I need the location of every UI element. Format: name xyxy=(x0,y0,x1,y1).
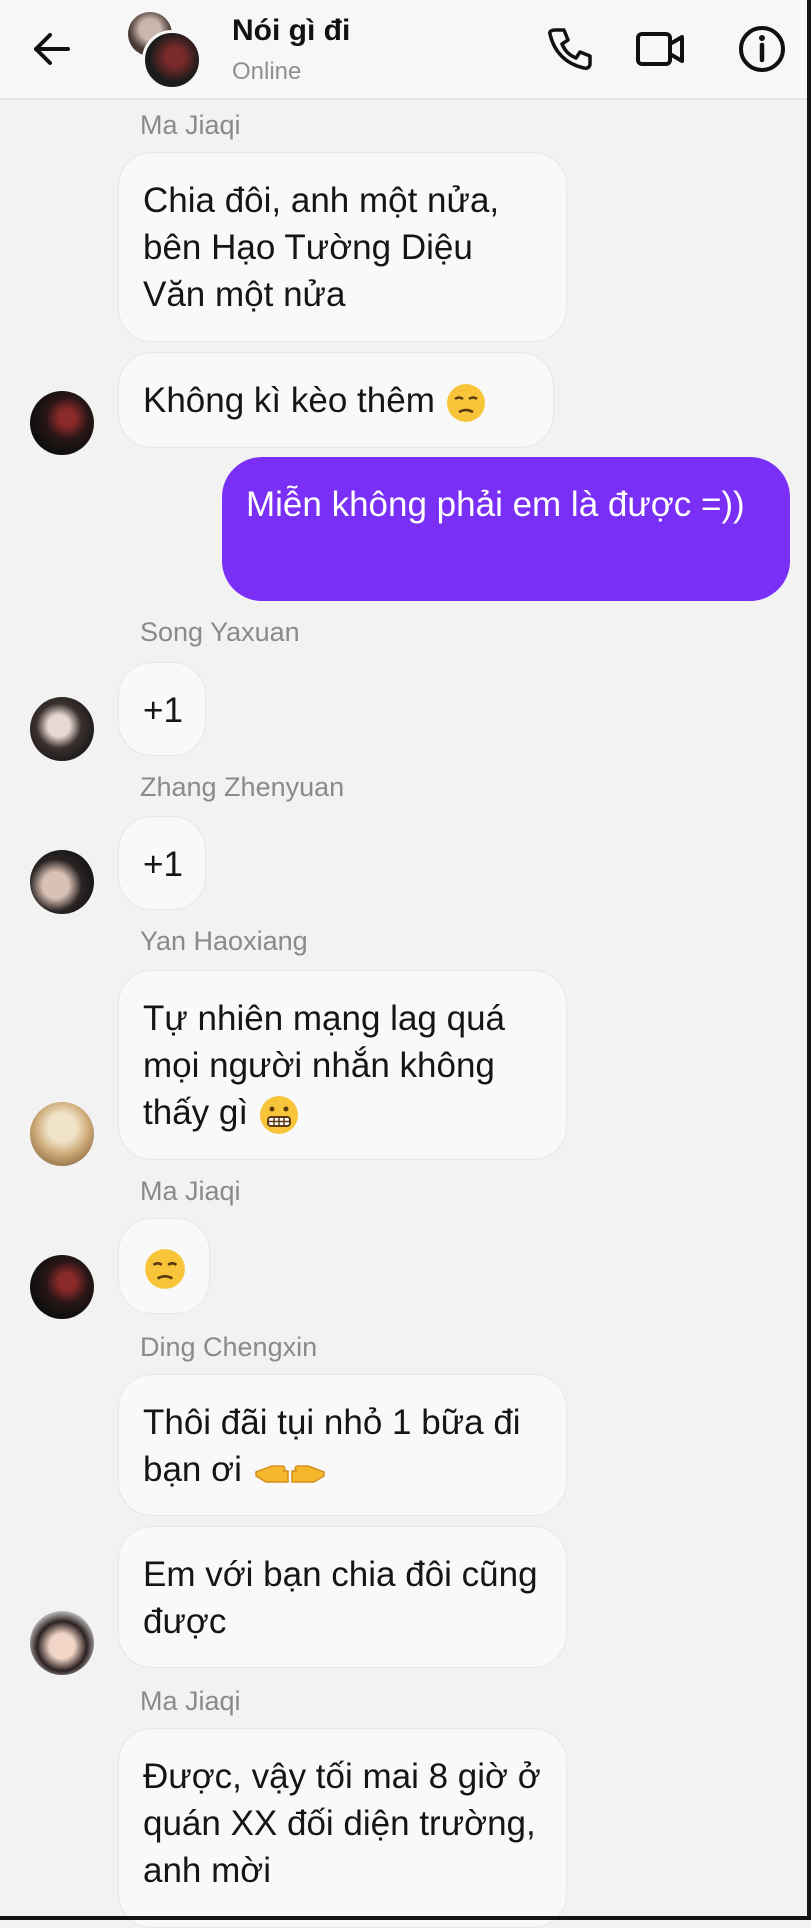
message-text: Em với bạn chia đôi cũng được xyxy=(143,1555,538,1641)
message-text: Miễn không phải em là được =)) xyxy=(246,485,745,524)
message-text: Được, vậy tối mai 8 giờ ở quán XX đối di… xyxy=(143,1757,541,1890)
group-avatar-member-2 xyxy=(142,30,202,90)
message-text: Chia đôi, anh một nửa, bên Hạo Tường Diệ… xyxy=(143,181,500,314)
unamused-face-icon xyxy=(145,1248,185,1289)
screen-frame-right xyxy=(807,0,811,1920)
avatar-ma-jiaqi[interactable] xyxy=(30,1255,94,1319)
avatar-ma-jiaqi[interactable] xyxy=(30,391,94,455)
avatar-ding-chengxin[interactable] xyxy=(30,1611,94,1675)
grimacing-face-icon xyxy=(259,1095,298,1134)
group-avatar[interactable] xyxy=(128,12,202,90)
message-bubble[interactable]: Thôi đãi tụi nhỏ 1 bữa đi bạn ơi xyxy=(118,1374,567,1516)
sender-name: Ding Chengxin xyxy=(140,1332,318,1362)
chat-header: Nói gì đi Online xyxy=(0,0,811,100)
avatar-zhang-zhenyuan[interactable] xyxy=(30,850,94,914)
message-bubble[interactable]: +1 xyxy=(118,816,206,910)
message-text: Tự nhiên mạng lag quá mọi người nhắn khô… xyxy=(143,999,505,1132)
sender-name: Yan Haoxiang xyxy=(140,926,308,956)
back-arrow-icon[interactable] xyxy=(26,24,76,74)
sender-name: Ma Jiaqi xyxy=(140,1176,241,1206)
message-bubble[interactable]: Em với bạn chia đôi cũng được xyxy=(118,1526,567,1668)
sender-name: Ma Jiaqi xyxy=(140,1686,241,1716)
message-bubble[interactable]: Không kì kèo thêm xyxy=(118,352,554,448)
message-text: Thôi đãi tụi nhỏ 1 bữa đi bạn ơi xyxy=(143,1403,521,1489)
info-icon[interactable] xyxy=(735,22,789,76)
sender-name: Song Yaxuan xyxy=(140,617,300,647)
sender-name: Ma Jiaqi xyxy=(140,110,241,140)
message-bubble[interactable]: +1 xyxy=(118,662,206,756)
outgoing-message-bubble[interactable]: Miễn không phải em là được =)) xyxy=(222,457,790,601)
chat-title[interactable]: Nói gì đi xyxy=(232,14,350,48)
message-bubble[interactable]: Tự nhiên mạng lag quá mọi người nhắn khô… xyxy=(118,970,567,1160)
phone-icon[interactable] xyxy=(542,22,596,76)
online-status: Online xyxy=(232,58,302,85)
unamused-face-icon xyxy=(446,383,485,422)
screen-frame-bottom xyxy=(0,1916,811,1920)
message-text: +1 xyxy=(143,845,183,884)
message-bubble[interactable] xyxy=(118,1218,210,1314)
message-text: +1 xyxy=(143,691,183,730)
message-bubble[interactable]: Được, vậy tối mai 8 giờ ở quán XX đối di… xyxy=(118,1728,567,1928)
message-bubble[interactable]: Chia đôi, anh một nửa, bên Hạo Tường Diệ… xyxy=(118,152,567,342)
sender-name: Zhang Zhenyuan xyxy=(140,772,345,802)
video-camera-icon[interactable] xyxy=(634,22,688,76)
pointing-hands-icon xyxy=(254,1465,325,1483)
message-text: Không kì kèo thêm xyxy=(143,381,445,420)
avatar-song-yaxuan[interactable] xyxy=(30,697,94,761)
avatar-yan-haoxiang[interactable] xyxy=(30,1102,94,1166)
